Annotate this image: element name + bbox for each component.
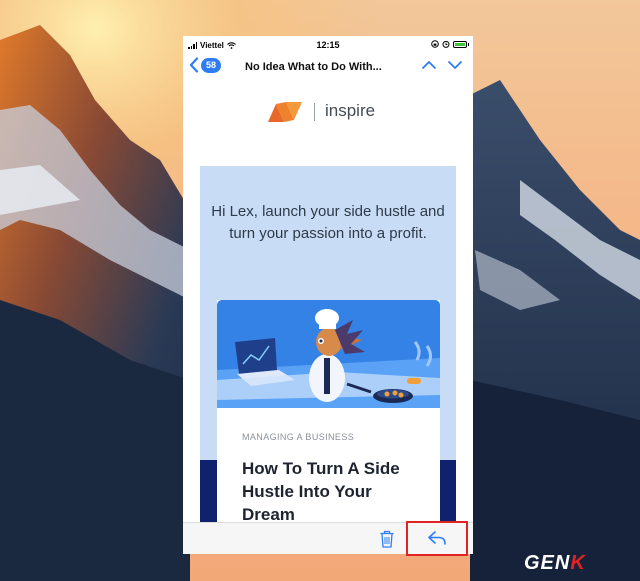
brand-name: inspire [325, 101, 376, 120]
screen-lock-icon [431, 40, 439, 48]
email-body[interactable]: inspire Hi Lex, launch your side hustle … [183, 82, 473, 522]
watermark-red: K [570, 552, 586, 573]
email-subject-title: No Idea What to Do With... [245, 61, 382, 73]
trash-icon [380, 530, 394, 548]
article-title[interactable]: How To Turn A Side Hustle Into Your Drea… [242, 457, 422, 522]
hero-text: Hi Lex, launch your side hustle and turn… [211, 203, 445, 242]
logo-divider [314, 103, 315, 121]
status-right [431, 40, 469, 48]
back-button[interactable]: 58 [189, 57, 222, 73]
battery-icon [453, 40, 469, 48]
next-message-button[interactable] [447, 58, 463, 76]
chef-hedgehog-illustration [217, 300, 440, 408]
chevron-up-icon [422, 61, 436, 69]
trash-button[interactable] [379, 530, 395, 553]
brand-header: inspire [183, 98, 473, 128]
message-nav-arrows [421, 58, 463, 76]
navy-accent-left [200, 460, 217, 522]
phone-screen: Viettel 12:15 58 No Idea What to Do With… [183, 36, 473, 554]
hero-panel: Hi Lex, launch your side hustle and turn… [200, 166, 456, 522]
article-card[interactable]: MANAGING A BUSINESS How To Turn A Side H… [217, 300, 440, 522]
reply-highlight-box [406, 521, 468, 556]
mail-nav-bar: 58 No Idea What to Do With... [183, 54, 473, 82]
chevron-down-icon [448, 61, 462, 69]
chevron-left-icon [189, 57, 199, 73]
status-bar: Viettel 12:15 [183, 36, 473, 54]
watermark-white: GEN [524, 552, 570, 573]
watermark-text: GENK [524, 552, 586, 573]
previous-message-button[interactable] [421, 58, 437, 76]
navy-accent-right [440, 460, 456, 522]
alarm-icon [442, 40, 450, 48]
namecheap-logo-icon [268, 102, 302, 122]
article-category: MANAGING A BUSINESS [242, 432, 355, 442]
status-time: 12:15 [316, 40, 340, 50]
genk-watermark-logo: GENK [524, 552, 586, 573]
unread-count-badge: 58 [201, 57, 222, 73]
